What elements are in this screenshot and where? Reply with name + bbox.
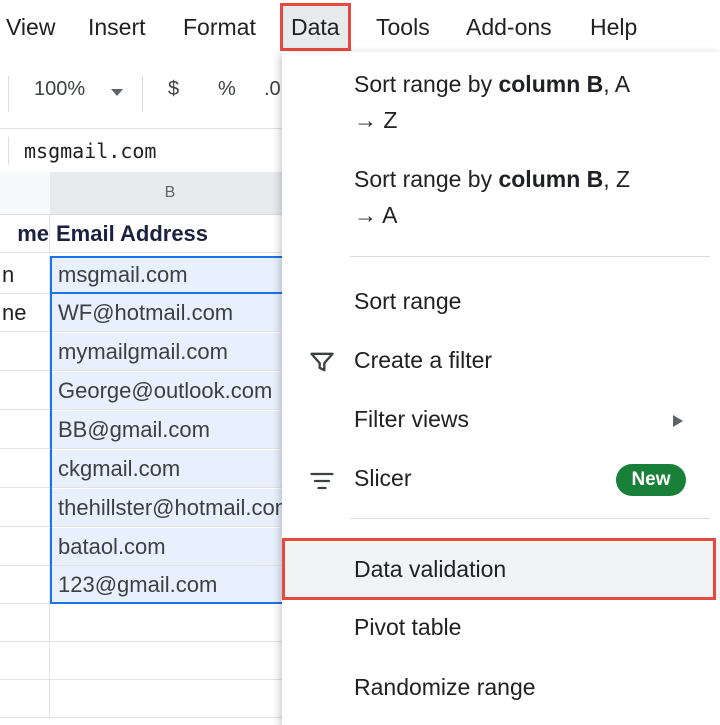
cell-b1[interactable]: Email Address <box>50 215 290 253</box>
cell-b9[interactable]: bataol.com <box>50 528 290 566</box>
column-header-b[interactable]: B <box>50 172 291 215</box>
cell-b11[interactable] <box>50 604 290 642</box>
menu-tools[interactable]: Tools <box>376 10 430 44</box>
menu-slicer[interactable]: Slicer New <box>282 457 720 505</box>
menu-sort-range[interactable]: Sort range <box>282 280 720 328</box>
decimal-format-button[interactable]: .0 <box>264 78 281 101</box>
menu-sort-z-a[interactable]: Sort range by column B, Z → A <box>282 157 720 247</box>
sort-range-label: Sort range <box>354 288 462 314</box>
menu-insert[interactable]: Insert <box>88 10 146 44</box>
menu-randomize-range[interactable]: Randomize range <box>282 664 720 712</box>
sort-a-z-label: Sort range by column B, A → Z <box>354 71 631 133</box>
cell-a8[interactable] <box>0 489 50 527</box>
data-menu: Sort range by column B, A → Z Sort range… <box>282 52 720 725</box>
cell-a12[interactable] <box>0 642 50 680</box>
slicer-icon <box>310 472 334 490</box>
formula-input[interactable]: msgmail.com <box>24 139 156 163</box>
caret-down-icon[interactable] <box>110 88 124 98</box>
menu-data[interactable]: Data <box>280 3 351 51</box>
cell-a9[interactable] <box>0 528 50 566</box>
filter-icon <box>310 352 334 372</box>
cell-b8[interactable]: thehillster@hotmail.com <box>50 489 290 527</box>
menu-divider <box>350 256 710 257</box>
cell-b4[interactable]: mymailgmail.com <box>50 333 290 371</box>
cell-a2[interactable]: n <box>0 256 50 294</box>
menu-sort-a-z[interactable]: Sort range by column B, A → Z <box>282 62 720 152</box>
menu-pivot-table[interactable]: Pivot table <box>282 606 720 654</box>
menu-create-filter[interactable]: Create a filter <box>282 339 720 387</box>
cell-b10[interactable]: 123@gmail.com <box>50 566 290 604</box>
cell-b5[interactable]: George@outlook.com <box>50 372 290 410</box>
formula-separator <box>8 137 9 165</box>
zoom-select[interactable]: 100% <box>34 78 85 101</box>
cell-a6[interactable] <box>0 411 50 449</box>
cell-b13[interactable] <box>50 680 290 718</box>
cell-b12[interactable] <box>50 642 290 680</box>
currency-format-button[interactable]: $ <box>168 78 179 101</box>
cell-a3[interactable]: ne <box>0 294 50 332</box>
menu-add-ons[interactable]: Add-ons <box>466 10 552 44</box>
sort-z-a-label: Sort range by column B, Z → A <box>354 166 631 228</box>
menu-bar: View Insert Format Data Tools Add-ons He… <box>0 0 720 56</box>
cell-b6[interactable]: BB@gmail.com <box>50 411 290 449</box>
menu-divider <box>350 518 710 519</box>
cell-a1[interactable]: me <box>0 215 50 253</box>
column-header-a[interactable] <box>0 172 51 215</box>
cell-b3[interactable]: WF@hotmail.com <box>50 294 290 332</box>
menu-format[interactable]: Format <box>183 10 256 44</box>
filter-views-label: Filter views <box>354 406 470 432</box>
menu-help[interactable]: Help <box>590 10 637 44</box>
cell-b7[interactable]: ckgmail.com <box>50 450 290 488</box>
cell-a4[interactable] <box>0 333 50 371</box>
randomize-range-label: Randomize range <box>354 674 536 700</box>
data-validation-label: Data validation <box>354 556 507 582</box>
cell-a11[interactable] <box>0 604 50 642</box>
submenu-arrow-icon <box>673 415 683 427</box>
toolbar-separator <box>8 76 9 112</box>
cell-a10[interactable] <box>0 566 50 604</box>
cell-a13[interactable] <box>0 680 50 718</box>
create-filter-label: Create a filter <box>354 347 493 373</box>
cell-a7[interactable] <box>0 450 50 488</box>
cell-a5[interactable] <box>0 372 50 410</box>
pivot-table-label: Pivot table <box>354 614 462 640</box>
menu-filter-views[interactable]: Filter views <box>282 398 720 446</box>
menu-view[interactable]: View <box>6 10 55 44</box>
spreadsheet-grid: B me Email Address n msgmail.com ne WF@h… <box>0 172 291 725</box>
percent-format-button[interactable]: % <box>218 78 236 101</box>
new-badge: New <box>616 464 686 496</box>
slicer-label: Slicer <box>354 465 412 491</box>
menu-data-validation[interactable]: Data validation <box>282 542 720 598</box>
cell-b2[interactable]: msgmail.com <box>50 256 290 294</box>
toolbar-separator <box>142 76 143 112</box>
